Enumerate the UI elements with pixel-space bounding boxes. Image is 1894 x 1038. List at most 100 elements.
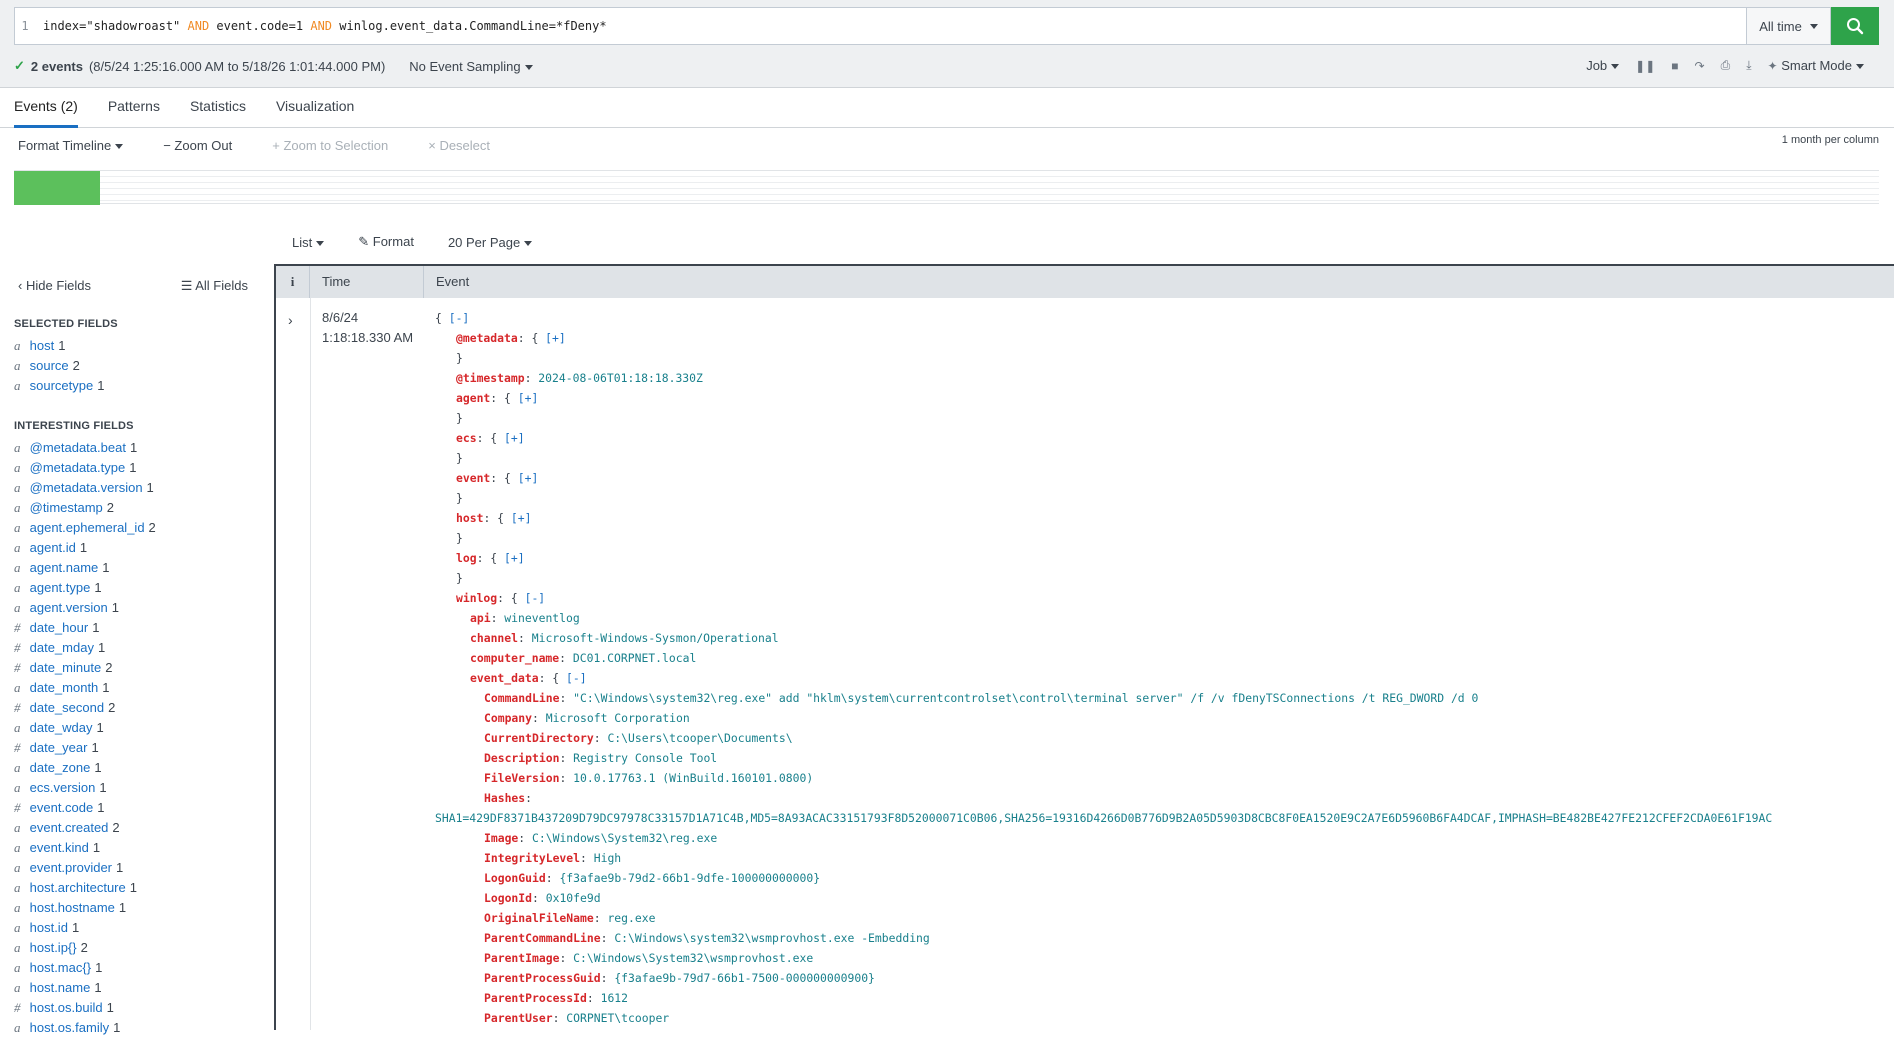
field-item[interactable]: a date_zone 1 xyxy=(0,758,274,778)
event-value[interactable]: CORPNET\tcooper xyxy=(566,1011,669,1025)
field-item[interactable]: a host.os.family 1 xyxy=(0,1018,274,1038)
timeline-bar[interactable] xyxy=(14,171,100,205)
field-item[interactable]: a event.kind 1 xyxy=(0,838,274,858)
event-key[interactable]: Company xyxy=(484,711,532,725)
field-item[interactable]: a agent.ephemeral_id 2 xyxy=(0,518,274,538)
field-item[interactable]: a @metadata.beat 1 xyxy=(0,438,274,458)
expand-toggle[interactable]: [-] xyxy=(566,671,587,685)
event-value[interactable]: {f3afae9b-79d7-66b1-7500-000000000900} xyxy=(614,971,875,985)
expand-toggle[interactable]: [+] xyxy=(504,431,525,445)
field-name[interactable]: date_minute xyxy=(30,660,102,675)
field-name[interactable]: @metadata.type xyxy=(30,460,126,475)
event-value[interactable]: High xyxy=(594,851,621,865)
search-mode-dropdown[interactable]: ✦ Smart Mode xyxy=(1768,58,1864,73)
time-column-header[interactable]: Time xyxy=(310,266,424,298)
list-dropdown[interactable]: List xyxy=(292,235,325,250)
event-key[interactable]: ParentProcessGuid xyxy=(484,971,601,985)
expand-toggle[interactable]: [+] xyxy=(511,511,532,525)
field-name[interactable]: source xyxy=(30,358,69,373)
expand-toggle[interactable]: [+] xyxy=(504,551,525,565)
field-item[interactable]: a agent.version 1 xyxy=(0,598,274,618)
field-item[interactable]: a sourcetype 1 xyxy=(0,376,274,396)
timeline-chart[interactable] xyxy=(14,170,1879,205)
format-timeline-dropdown[interactable]: Format Timeline xyxy=(18,138,124,153)
field-item[interactable]: a host.id 1 xyxy=(0,918,274,938)
field-name[interactable]: host.os.build xyxy=(30,1000,103,1015)
event-key[interactable]: LogonId xyxy=(484,891,532,905)
expand-toggle[interactable]: [+] xyxy=(518,471,539,485)
field-item[interactable]: a host.mac{} 1 xyxy=(0,958,274,978)
event-key[interactable]: ParentUser xyxy=(484,1011,553,1025)
tab-statistics[interactable]: Statistics xyxy=(190,88,246,128)
event-key[interactable]: ParentImage xyxy=(484,951,559,965)
format-button[interactable]: ✎ Format xyxy=(358,234,414,250)
field-name[interactable]: date_wday xyxy=(30,720,93,735)
search-button[interactable] xyxy=(1831,7,1879,45)
event-value[interactable]: Microsoft Corporation xyxy=(546,711,690,725)
event-value[interactable]: C:\Windows\System32\reg.exe xyxy=(532,831,717,845)
field-item[interactable]: a agent.name 1 xyxy=(0,558,274,578)
event-key[interactable]: Hashes xyxy=(484,791,525,805)
zoom-to-selection-button[interactable]: + Zoom to Selection xyxy=(272,138,388,153)
field-item[interactable]: # host.os.build 1 xyxy=(0,998,274,1018)
all-fields-button[interactable]: ☰ All Fields xyxy=(181,278,248,294)
field-name[interactable]: host.architecture xyxy=(30,880,126,895)
field-item[interactable]: # date_year 1 xyxy=(0,738,274,758)
field-name[interactable]: date_year xyxy=(30,740,88,755)
field-item[interactable]: a agent.type 1 xyxy=(0,578,274,598)
field-item[interactable]: a event.created 2 xyxy=(0,818,274,838)
field-item[interactable]: # date_minute 2 xyxy=(0,658,274,678)
field-name[interactable]: agent.name xyxy=(30,560,99,575)
field-name[interactable]: agent.ephemeral_id xyxy=(30,520,145,535)
event-sampling-dropdown[interactable]: No Event Sampling xyxy=(409,59,533,74)
field-item[interactable]: a @timestamp 2 xyxy=(0,498,274,518)
search-query-input[interactable]: index="shadowroast" AND event.code=1 AND… xyxy=(35,19,1746,33)
field-name[interactable]: host.id xyxy=(30,920,68,935)
share-icon[interactable]: ↷ xyxy=(1695,59,1705,73)
field-name[interactable]: date_month xyxy=(30,680,99,695)
event-value[interactable]: {f3afae9b-79d2-66b1-9dfe-100000000000} xyxy=(559,871,820,885)
event-value[interactable]: Microsoft-Windows-Sysmon/Operational xyxy=(532,631,779,645)
field-item[interactable]: a @metadata.type 1 xyxy=(0,458,274,478)
hide-fields-button[interactable]: ‹ Hide Fields xyxy=(18,278,91,294)
expand-toggle[interactable]: [+] xyxy=(545,331,566,345)
tab-visualization[interactable]: Visualization xyxy=(276,88,354,128)
field-name[interactable]: event.kind xyxy=(30,840,89,855)
field-item[interactable]: # date_hour 1 xyxy=(0,618,274,638)
event-key[interactable]: @metadata xyxy=(456,331,518,345)
field-name[interactable]: event.created xyxy=(30,820,109,835)
event-key[interactable]: CurrentDirectory xyxy=(484,731,594,745)
field-name[interactable]: event.provider xyxy=(30,860,112,875)
event-value[interactable]: C:\Windows\System32\wsmprovhost.exe xyxy=(573,951,813,965)
field-name[interactable]: host xyxy=(30,338,55,353)
deselect-button[interactable]: × Deselect xyxy=(428,138,490,153)
chevron-right-icon[interactable]: › xyxy=(288,312,293,328)
field-name[interactable]: sourcetype xyxy=(30,378,94,393)
field-name[interactable]: host.mac{} xyxy=(30,960,91,975)
expand-toggle[interactable]: [+] xyxy=(518,391,539,405)
field-name[interactable]: agent.type xyxy=(30,580,91,595)
event-key[interactable]: agent xyxy=(456,391,490,405)
search-bar[interactable]: 1 index="shadowroast" AND event.code=1 A… xyxy=(14,7,1747,45)
event-key[interactable]: host xyxy=(456,511,483,525)
expand-toggle[interactable]: [-] xyxy=(525,591,546,605)
field-name[interactable]: host.ip{} xyxy=(30,940,77,955)
event-key[interactable]: Description xyxy=(484,751,559,765)
event-key[interactable]: winlog xyxy=(456,591,497,605)
event-value[interactable]: C:\Users\tcooper\Documents\ xyxy=(607,731,792,745)
field-item[interactable]: a host.name 1 xyxy=(0,978,274,998)
event-key[interactable]: OriginalFileName xyxy=(484,911,594,925)
event-key[interactable]: CommandLine xyxy=(484,691,559,705)
field-item[interactable]: # date_second 2 xyxy=(0,698,274,718)
tab-events[interactable]: Events (2) xyxy=(14,88,78,128)
field-item[interactable]: a host.architecture 1 xyxy=(0,878,274,898)
event-key[interactable]: ParentProcessId xyxy=(484,991,587,1005)
event-key[interactable]: computer_name xyxy=(470,651,559,665)
export-icon[interactable]: ⤓ xyxy=(1746,58,1751,73)
field-name[interactable]: event.code xyxy=(30,800,94,815)
event-key[interactable]: IntegrityLevel xyxy=(484,851,580,865)
per-page-dropdown[interactable]: 20 Per Page xyxy=(448,235,533,250)
field-item[interactable]: a ecs.version 1 xyxy=(0,778,274,798)
field-item[interactable]: a date_month 1 xyxy=(0,678,274,698)
event-value[interactable]: "C:\Windows\system32\reg.exe" add "hklm\… xyxy=(573,691,1478,705)
